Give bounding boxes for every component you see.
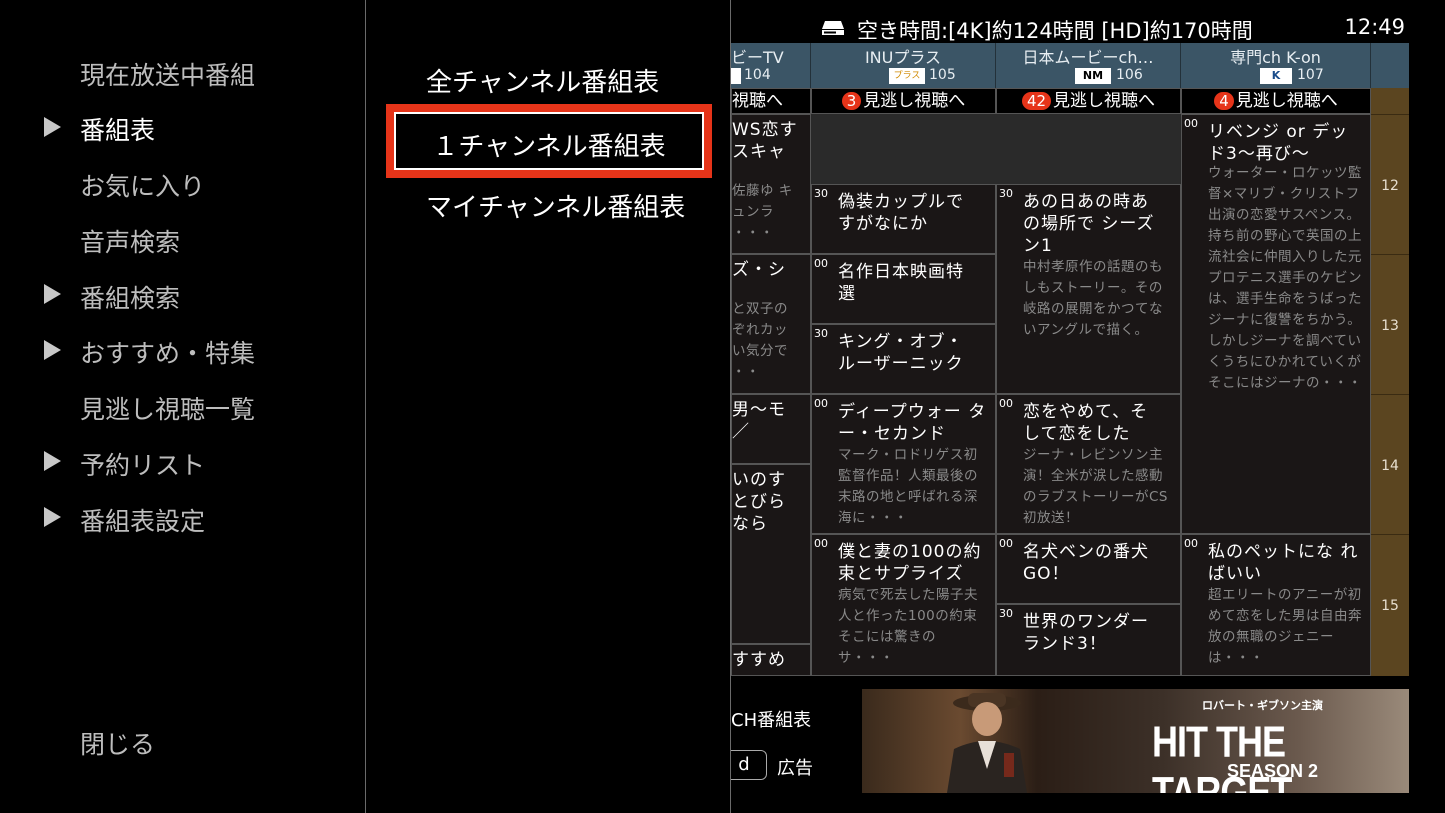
channel-name: 日本ムービーch… — [1022, 48, 1154, 67]
program-cell[interactable]: 30 キング・オブ・ ルーザーニック — [811, 324, 996, 394]
arrow-right-icon — [44, 117, 61, 137]
program-cell[interactable]: 男〜モ ／ — [731, 394, 811, 464]
arrow-right-icon — [44, 451, 61, 471]
status-bar: 空き時間:[4K]約124時間 [HD]約170時間 12:49 — [731, 14, 1445, 44]
hdd-icon — [822, 21, 844, 35]
menu-item-program-search[interactable]: 番組検索 — [80, 279, 180, 315]
channel-name: 専門ch K-on — [1230, 48, 1321, 67]
man-silhouette-icon — [947, 693, 1027, 793]
channel-header-104[interactable]: ビーTV 104 — [731, 43, 811, 88]
hour-column: 12 13 14 15 — [1371, 88, 1409, 676]
empty-slot — [811, 114, 996, 184]
submenu-my-channel[interactable]: マイチャンネル番組表 — [426, 187, 685, 224]
program-cell[interactable]: ズ・シ と双子の ぞれカッ い気分で ・・ — [731, 254, 811, 394]
missed-count-badge: 42 — [1021, 92, 1052, 110]
program-guide: 空き時間:[4K]約124時間 [HD]約170時間 12:49 ビーTV 10… — [731, 0, 1445, 813]
program-cell[interactable]: 00 恋をやめて、そ して恋をした ジーナ・レビンソン主演！全米が涙した感動のラ… — [996, 394, 1181, 534]
missed-viewing-button-107[interactable]: 4 見逃し視聴へ — [1181, 88, 1371, 114]
channel-name: INUプラス — [864, 48, 942, 67]
d-button[interactable]: d — [731, 750, 767, 780]
channel-guide-link[interactable]: CH番組表 — [731, 706, 811, 732]
remaining-time: 空き時間:[4K]約124時間 [HD]約170時間 — [857, 19, 1253, 43]
menu-item-program-guide[interactable]: 番組表 — [80, 111, 155, 147]
program-cell[interactable]: WS恋す スキャ 佐藤ゆ キュンラ ・・・ — [731, 114, 811, 254]
channel-number: 104 — [744, 67, 771, 83]
menu-item-reservation-list[interactable]: 予約リスト — [80, 446, 205, 482]
hour-divider — [1371, 114, 1409, 115]
missed-viewing-button-105[interactable]: 3 見逃し視聴へ — [811, 88, 996, 114]
channel-name: ビーTV — [731, 48, 784, 67]
channel-header: ビーTV 104 INUプラス プラス 105 日本ムービーch… NM 106… — [731, 43, 1409, 88]
channel-number: 107 — [1297, 67, 1324, 83]
menu-item-favorites[interactable]: お気に入り — [80, 167, 205, 203]
menu-item-missed-list[interactable]: 見逃し視聴一覧 — [80, 390, 255, 426]
ad-label: 広告 — [777, 758, 813, 779]
guide-submenu: 全チャンネル番組表 １チャンネル番組表 マイチャンネル番組表 — [366, 0, 731, 813]
channel-logo — [731, 68, 741, 84]
program-cell[interactable]: 00 名作日本映画特 選 — [811, 254, 996, 324]
channel-header-105[interactable]: INUプラス プラス 105 — [811, 43, 996, 88]
hour-divider — [1371, 534, 1409, 535]
missed-count-badge: 3 — [841, 92, 862, 110]
program-cell[interactable]: 30 あの日あの時あ の場所で シーズ ン1 中村孝原作の話題のもしもストーリー… — [996, 184, 1181, 394]
ad-season: SEASON 2 — [1227, 761, 1319, 781]
program-cell[interactable]: すすめ — [731, 644, 811, 676]
close-button[interactable]: 閉じる — [80, 725, 155, 761]
arrow-right-icon — [44, 340, 61, 360]
submenu-one-channel-label: １チャンネル番組表 — [432, 132, 666, 162]
program-cell[interactable]: 30 世界のワンダー ランド3！ — [996, 604, 1181, 676]
menu-item-recommended[interactable]: おすすめ・特集 — [80, 334, 255, 370]
hour-label: 13 — [1381, 318, 1399, 334]
submenu-one-channel[interactable]: １チャンネル番組表 — [394, 112, 704, 170]
menu-item-voice-search[interactable]: 音声検索 — [80, 223, 180, 259]
arrow-right-icon — [44, 507, 61, 527]
hour-divider — [1371, 394, 1409, 395]
missed-viewing-button-104[interactable]: 視聴へ — [731, 88, 811, 114]
missed-viewing-button-106[interactable]: 42 見逃し視聴へ — [996, 88, 1181, 114]
program-cell[interactable]: 00 名犬ベンの番犬 GO！ — [996, 534, 1181, 604]
channel-logo: プラス — [889, 68, 925, 84]
hour-label: 12 — [1381, 178, 1399, 194]
ad-subtitle: ロバート・ギブソン主演 — [1202, 699, 1323, 712]
empty-slot — [996, 114, 1181, 184]
program-cell[interactable]: 00 僕と妻の100の約 束とサプライズ 病気で死去した陽子夫人と作った100の… — [811, 534, 996, 676]
channel-header-106[interactable]: 日本ムービーch… NM 106 — [996, 43, 1181, 88]
program-cell[interactable]: 00 ディープウォー ター・セカンド マーク・ロドリゲス初監督作品！人類最後の末… — [811, 394, 996, 534]
main-menu: 現在放送中番組 番組表 お気に入り 音声検索 番組検索 おすすめ・特集 見逃し視… — [0, 0, 366, 813]
missed-count-badge: 4 — [1214, 92, 1234, 110]
channel-logo: K — [1260, 68, 1292, 84]
menu-item-guide-settings[interactable]: 番組表設定 — [80, 502, 205, 538]
channel-logo: NM — [1075, 68, 1111, 84]
channel-header-107[interactable]: 専門ch K-on K 107 — [1181, 43, 1371, 88]
channel-number: 105 — [929, 67, 956, 83]
program-cell[interactable]: いのす とびら なら — [731, 464, 811, 644]
hour-label: 14 — [1381, 458, 1399, 474]
hour-label: 15 — [1381, 598, 1399, 614]
hour-divider — [1371, 254, 1409, 255]
program-cell[interactable]: 00 リベンジ or デッ ド3〜再び〜 ウォーター・ロケッツ監督×マリブ・クリ… — [1181, 114, 1371, 534]
submenu-all-channels[interactable]: 全チャンネル番組表 — [426, 62, 659, 99]
menu-item-now-airing[interactable]: 現在放送中番組 — [80, 56, 255, 92]
clock: 12:49 — [1344, 15, 1405, 39]
program-cell[interactable]: 30 偽装カップルで すがなにか — [811, 184, 996, 254]
program-cell[interactable]: 00 私のペットにな ればいい 超エリートのアニーが初めて恋をした男は自由奔放の… — [1181, 534, 1371, 676]
arrow-right-icon — [44, 284, 61, 304]
channel-number: 106 — [1116, 67, 1143, 83]
ad-banner[interactable]: ロバート・ギブソン主演 HIT THE TARGET SEASON 2 — [862, 689, 1409, 793]
selection-highlight: １チャンネル番組表 — [386, 104, 712, 178]
